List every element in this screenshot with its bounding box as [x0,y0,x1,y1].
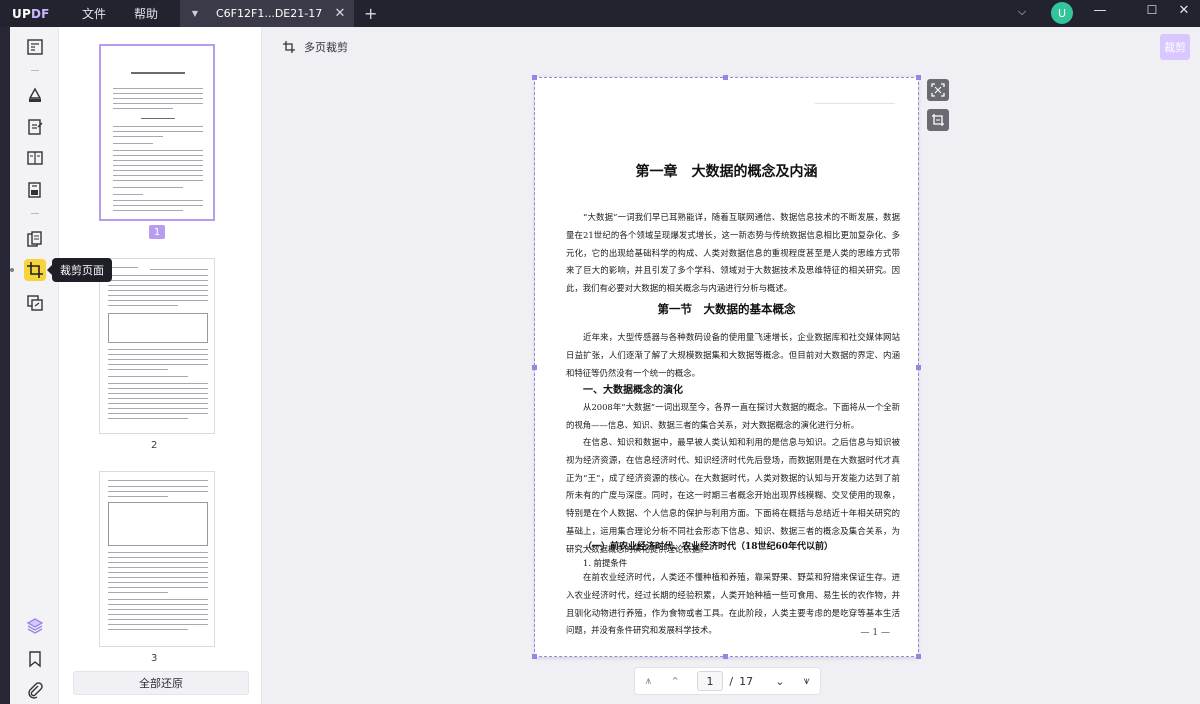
app-logo: UP DF [12,6,50,21]
thumbnail-panel: 1 2 3 全部还原 [58,27,262,704]
thumbnail-page-number: 3 [151,653,158,664]
document-workspace: 多页裁剪 裁剪 第一章 大数据的概念及内涵 “大数据”一词我们早已耳熟能详，随着… [262,27,1200,704]
new-tab-icon[interactable]: + [364,4,377,23]
close-window-icon[interactable]: ✕ [1174,3,1194,18]
tab-dropdown-icon[interactable]: ▼ [180,9,210,18]
toolbar-separator [31,70,39,71]
left-toolbar [0,27,58,704]
thumbnail-page-number: 2 [151,440,158,451]
crop-header-label: 多页裁剪 [304,41,348,54]
bookmark-icon[interactable] [24,648,46,670]
maximize-icon[interactable]: ☐ [1142,3,1162,17]
document-tab[interactable]: ▼ C6F12F1...DE21-17 ✕ [180,0,354,27]
page-navigator: ⩚ ⌃ 1 / 17 ⌄ ⩛ [634,667,821,695]
sub-heading: 1. 前提条件 [583,558,628,568]
menu-help[interactable]: 帮助 [120,0,172,27]
crop-icon [283,41,295,53]
toolbar-separator [31,213,39,214]
toolbar-edge [0,27,10,704]
page-thumbnail-3[interactable] [99,471,215,647]
restore-all-button[interactable]: 全部还原 [73,671,249,695]
avatar[interactable]: U [1051,2,1073,24]
auto-crop-icon[interactable] [927,109,949,131]
page-separator: / [729,674,734,688]
tab-close-icon[interactable]: ✕ [326,6,354,21]
crop-pages-tooltip: 裁剪页面 [47,258,112,282]
next-page-icon[interactable]: ⌄ [766,675,793,688]
side-indicator [10,268,14,272]
comment-highlight-icon[interactable] [24,84,46,106]
thumbnail-page-number: 1 [149,225,165,239]
edit-pdf-icon[interactable] [24,116,46,138]
page-thumbnail-1[interactable] [99,44,215,221]
multi-page-crop-header[interactable]: 多页裁剪 [282,39,348,55]
chevron-down-icon[interactable]: ⌵ [1012,5,1032,19]
last-page-icon[interactable]: ⩛ [793,674,820,688]
tab-title: C6F12F1...DE21-17 [216,7,323,20]
menu-file[interactable]: 文件 [68,0,120,27]
crop-pages-icon[interactable] [24,259,46,281]
form-icon[interactable] [24,147,46,169]
heading: 一、大数据概念的演化 [583,385,683,396]
attachment-icon[interactable] [24,679,46,701]
heading: （一）前农业经济时代、农业经济时代（18世纪60年代以前） [583,542,834,552]
apply-crop-button[interactable]: 裁剪 [1160,34,1190,60]
paragraph: “大数据”一词我们早已耳熟能详，随着互联网通信、数据信息技术的不断发展，数据量在… [566,212,900,294]
pdf-page: 第一章 大数据的概念及内涵 “大数据”一词我们早已耳熟能详，随着互联网通信、数据… [535,77,918,657]
paragraph: 在前农业经济时代，人类还不懂种植和养殖，靠采野果、野菜和狩猎来保证生存。进入农业… [566,572,900,636]
page-thumbnail-2[interactable] [99,258,215,434]
minimize-icon[interactable]: — [1090,3,1110,18]
previous-page-icon[interactable]: ⌃ [662,675,689,688]
layers-icon[interactable] [24,615,46,637]
chapter-title: 第一章 大数据的概念及内涵 [635,164,818,180]
paragraph: 从2008年“大数据”一词出现至今，各界一直在探讨大数据的概念。下面将从一个全新… [566,402,900,430]
first-page-icon[interactable]: ⩚ [635,674,662,688]
section-title: 第一节 大数据的基本概念 [657,302,796,316]
fit-crop-icon[interactable] [927,79,949,101]
reader-mode-icon[interactable] [24,36,46,58]
page-footer: — 1 — [860,628,890,638]
total-pages: 17 [739,674,754,688]
fill-sign-icon[interactable] [24,179,46,201]
current-page-input[interactable]: 1 [696,671,724,691]
paragraph: 近年来，大型传感器与各种数码设备的使用量飞速增长，企业数据库和社交媒体网站日益扩… [566,332,900,378]
tools-icon[interactable] [24,292,46,314]
organize-pages-icon[interactable] [24,228,46,250]
